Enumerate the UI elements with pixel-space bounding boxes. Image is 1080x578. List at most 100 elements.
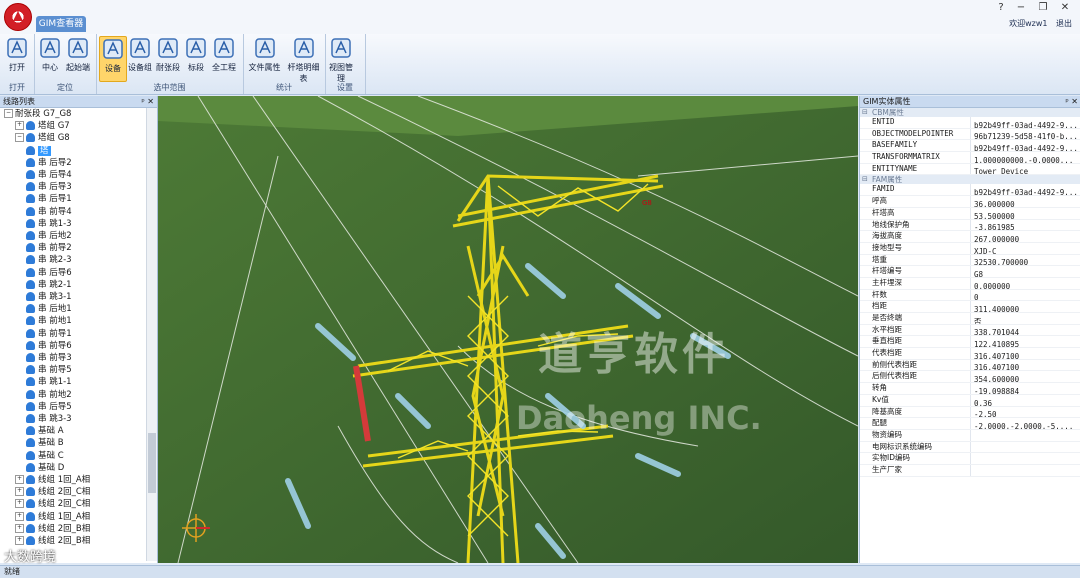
tree-node[interactable]: 基础 A — [26, 425, 64, 437]
expand-icon[interactable]: + — [15, 475, 24, 484]
property-row[interactable]: 接地型号 XJD-C — [860, 242, 1080, 255]
property-row[interactable]: 代表档距 316.407100 — [860, 348, 1080, 360]
property-row[interactable]: 转角 -19.098884 — [860, 383, 1080, 395]
tree-node[interactable]: 串 前导1 — [26, 328, 72, 340]
tree-node[interactable]: 串 前导3 — [26, 352, 72, 364]
property-row[interactable]: 塔重 32530.700000 — [860, 254, 1080, 267]
tree-node[interactable]: + 线组 1回_A相 — [15, 474, 90, 486]
ribbon-button-2-4[interactable]: 全工程 — [211, 36, 237, 80]
property-row[interactable]: 后侧代表档距 354.600000 — [860, 371, 1080, 384]
property-row[interactable]: 档距 311.400000 — [860, 301, 1080, 313]
property-row[interactable]: Kv值 0.36 — [860, 394, 1080, 407]
tree-node[interactable]: 基础 B — [26, 437, 64, 449]
property-section[interactable]: FAM属性 — [860, 175, 1080, 185]
tree-node[interactable]: 串 跳1-3 — [26, 218, 72, 230]
ribbon-button-2-1[interactable]: 设备组 — [127, 36, 153, 80]
property-row[interactable]: 实物ID编码 — [860, 453, 1080, 465]
property-row[interactable]: 杆塔编号 G8 — [860, 266, 1080, 278]
tree-node[interactable]: 串 跳2-1 — [26, 279, 72, 291]
tree-node[interactable]: 串 跳1-1 — [26, 376, 72, 388]
minimize-icon[interactable]: − — [1012, 2, 1030, 14]
property-row[interactable]: 是否终端否 — [860, 313, 1080, 325]
expand-icon[interactable]: + — [15, 499, 24, 509]
tree-node[interactable]: 串 后导2 — [26, 157, 72, 169]
property-row[interactable]: 配腿 -2.0000,-2.0000,-5.... — [860, 418, 1080, 430]
help-icon[interactable]: ? — [992, 2, 1010, 14]
property-section[interactable]: CBM属性 — [860, 108, 1080, 117]
property-row[interactable]: 电网标识系统编码 — [860, 441, 1080, 454]
restore-icon[interactable]: ❐ — [1034, 2, 1052, 14]
property-row[interactable]: 生产厂家 — [860, 464, 1080, 477]
property-row[interactable]: TRANSFORMMATRIX 1.000000000,-0.0000... — [860, 152, 1080, 164]
ribbon-button-3-1[interactable]: 杆塔明细表 — [285, 36, 322, 83]
property-row[interactable]: 杆塔高 53.500000 — [860, 207, 1080, 220]
expand-icon[interactable]: + — [15, 487, 24, 497]
tab-gim-viewer[interactable]: GIM查看器 — [36, 16, 86, 32]
property-row[interactable]: 海拔高度 267.000000 — [860, 231, 1080, 243]
tree-node[interactable]: 串 后导3 — [26, 181, 72, 193]
expand-icon[interactable]: + — [15, 536, 24, 545]
tree-node[interactable]: 串 前地1 — [26, 315, 72, 327]
ribbon-button-2-0[interactable]: 设备 — [99, 36, 127, 82]
tree-node[interactable]: + 线组 2回_C相 — [15, 498, 90, 510]
tree-node[interactable]: 串 跳3-1 — [26, 291, 72, 303]
ribbon-button-2-3[interactable]: 标段 — [183, 36, 209, 80]
property-row[interactable]: BASEFAMILY b92b49ff-03ad-4492-9... — [860, 140, 1080, 153]
property-row[interactable]: 物资编码 — [860, 429, 1080, 442]
scrollbar-thumb[interactable] — [148, 433, 156, 493]
collapse-icon[interactable]: − — [15, 133, 24, 143]
property-row[interactable]: ENTITYNAME Tower_Device — [860, 163, 1080, 176]
property-row[interactable]: 水平档距 338.701044 — [860, 324, 1080, 337]
tree-node[interactable]: 串 跳2-3 — [26, 254, 72, 266]
tree-node[interactable]: + 线组 2回_B相 — [15, 523, 90, 535]
tree-node[interactable]: 串 后导5 — [26, 401, 72, 413]
tree-node[interactable]: 塔 — [26, 145, 51, 157]
ribbon-button-4-0[interactable]: 视图管理 — [328, 36, 354, 83]
tree-node[interactable]: 串 跳3-3 — [26, 413, 72, 425]
panel-pin-close-icon[interactable]: ᵖ ✕ — [141, 96, 154, 107]
property-row[interactable]: 呼高 36.000000 — [860, 196, 1080, 208]
tree-node[interactable]: 串 前导5 — [26, 364, 72, 376]
ribbon-button-0-0[interactable]: 打开 — [3, 36, 31, 80]
tree-node[interactable]: 串 前导4 — [26, 206, 72, 218]
tree-node[interactable]: 串 前导6 — [26, 340, 72, 352]
panel-pin-close-icon[interactable]: ᵖ ✕ — [1065, 96, 1078, 107]
tree-node[interactable]: 串 后导4 — [26, 169, 72, 181]
logout-link[interactable]: 退出 — [1056, 19, 1072, 28]
close-icon[interactable]: ✕ — [1056, 2, 1074, 14]
tree-node[interactable]: + 线组 1回_A相 — [15, 511, 90, 523]
property-row[interactable]: OBJECTMODELPOINTER 96b71239-5d58-41f0-b..… — [860, 128, 1080, 141]
property-row[interactable]: FAMID b92b49ff-03ad-4492-9... — [860, 184, 1080, 197]
property-row[interactable]: 垂直档距 122.410895 — [860, 336, 1080, 349]
3d-viewport[interactable]: G8 道亨软件 Daoheng INC. — [158, 96, 858, 563]
tree-node[interactable]: 基础 C — [26, 450, 64, 462]
property-row[interactable]: 前侧代表档距 316.407100 — [860, 359, 1080, 372]
ribbon-button-3-0[interactable]: 文件属性 — [246, 36, 283, 80]
expand-icon[interactable]: + — [15, 523, 24, 533]
property-row[interactable]: 地线保护角 -3.861985 — [860, 219, 1080, 232]
tree-node[interactable]: − 耐张段 G7_G8 — [4, 108, 71, 120]
app-logo[interactable] — [4, 3, 32, 31]
ribbon-button-1-0[interactable]: 中心 — [37, 36, 63, 80]
property-row[interactable]: ENTID b92b49ff-03ad-4492-9... — [860, 117, 1080, 129]
tree-scrollbar[interactable] — [146, 108, 157, 561]
property-row[interactable]: 降基高度 -2.50 — [860, 406, 1080, 419]
tree-node[interactable]: 串 后导1 — [26, 193, 72, 205]
tree-node[interactable]: 串 后地1 — [26, 303, 72, 315]
ribbon-button-1-1[interactable]: 起始端 — [65, 36, 91, 80]
property-row[interactable]: 主杆埋深 0.000000 — [860, 277, 1080, 290]
tree-node[interactable]: 串 前地2 — [26, 389, 72, 401]
tree-node-label: 线组 2回_C相 — [38, 487, 91, 498]
expand-icon[interactable]: + — [15, 511, 24, 521]
property-row[interactable]: 杆数 0 — [860, 289, 1080, 302]
expand-icon[interactable]: + — [15, 121, 24, 131]
tree-node[interactable]: 串 前导2 — [26, 242, 72, 254]
collapse-icon[interactable]: − — [4, 109, 13, 118]
tree-node[interactable]: + 线组 2回_C相 — [15, 486, 90, 498]
tree-node[interactable]: 基础 D — [26, 462, 64, 474]
ribbon-button-2-2[interactable]: 耐张段 — [155, 36, 181, 80]
tree-node[interactable]: − 塔组 G8 — [15, 132, 70, 144]
tree-node[interactable]: 串 后地2 — [26, 230, 72, 242]
tree-node[interactable]: + 塔组 G7 — [15, 120, 70, 132]
tree-node[interactable]: 串 后导6 — [26, 267, 72, 279]
